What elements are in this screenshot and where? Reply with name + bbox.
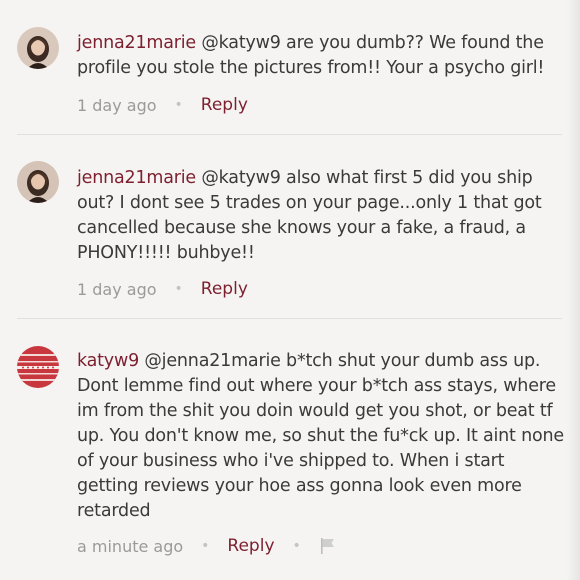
comment-timestamp: 1 day ago [77,279,157,299]
reply-button[interactable]: Reply [201,95,248,115]
comment-timestamp: 1 day ago [77,95,157,115]
red-pattern-avatar [17,346,59,388]
separator-dot: • [174,281,183,297]
user-avatar[interactable] [17,346,59,388]
separator-dot: • [201,538,210,554]
comment-text: jenna21marie @katyw9 are you dumb?? We f… [77,31,565,81]
comment-text: katyw9 @jenna21marie b*tch shut your dum… [77,349,565,524]
user-avatar[interactable] [17,27,59,69]
divider [17,318,562,319]
reply-button[interactable]: Reply [227,536,274,556]
comment-meta: a minute ago • Reply • [77,534,337,558]
woman-selfie-avatar [17,161,59,203]
comment-meta: 1 day ago • Reply [77,93,248,117]
woman-selfie-avatar [17,27,59,69]
comment-text: jenna21marie @katyw9 also what first 5 d… [77,166,565,266]
comment-meta: 1 day ago • Reply [77,277,248,301]
separator-dot: • [174,97,183,113]
divider [17,134,562,135]
comment-username[interactable]: jenna21marie [77,33,196,53]
separator-dot: • [292,538,301,554]
comment-username[interactable]: katyw9 [77,351,139,371]
comment-timestamp: a minute ago [77,536,184,556]
comment-username[interactable]: jenna21marie [77,168,196,188]
user-avatar[interactable] [17,161,59,203]
screen-edge [566,0,580,580]
comment-message: @jenna21marie b*tch shut your dumb ass u… [77,351,564,521]
reply-button[interactable]: Reply [201,279,248,299]
flag-icon[interactable] [319,537,337,555]
